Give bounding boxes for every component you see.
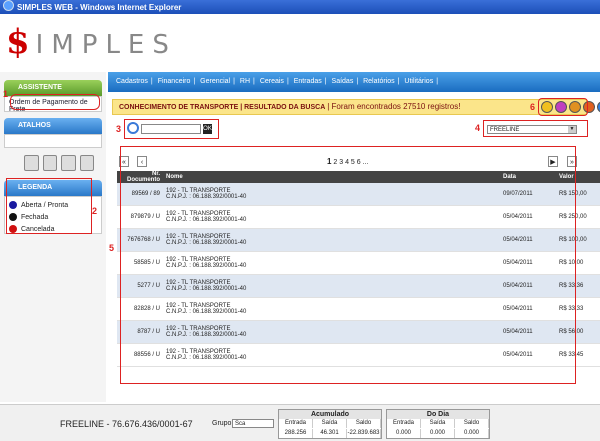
menu-utilitarios[interactable]: Utilitários xyxy=(404,78,433,85)
calculator-icon[interactable] xyxy=(24,155,39,171)
annotation-5: 5 xyxy=(109,243,115,253)
annotation-box-2 xyxy=(6,178,92,234)
menu-sep: | xyxy=(286,78,289,85)
logo-text: IMPLES xyxy=(35,30,177,60)
dia-col: Saldo xyxy=(455,419,489,428)
tool-icons xyxy=(24,155,94,173)
menu-gerencial[interactable]: Gerencial xyxy=(200,78,230,85)
annotation-3: 3 xyxy=(116,124,122,134)
grupo-select[interactable]: Sca xyxy=(232,419,274,428)
menu-cadastros[interactable]: Cadastros xyxy=(116,78,148,85)
atalhos-header[interactable]: ATALHOS xyxy=(4,118,102,134)
menu-sep: | xyxy=(253,78,255,85)
window-titlebar: SIMPLES WEB - Windows Internet Explorer xyxy=(0,0,600,14)
window-title: SIMPLES WEB - Windows Internet Explorer xyxy=(17,3,182,12)
annotation-box-5 xyxy=(120,146,576,384)
acumulado-box: Acumulado Entrada Saída Saldo 288.256 46.30… xyxy=(278,409,382,439)
acumulado-title: Acumulado xyxy=(279,410,381,419)
annotation-1: 1 xyxy=(3,89,9,99)
annotation-box-1 xyxy=(10,94,100,110)
calendar-icon[interactable] xyxy=(61,155,76,171)
annotation-box-4 xyxy=(483,120,588,137)
menu-sep: | xyxy=(356,78,359,85)
ie-icon xyxy=(3,0,14,11)
acum-val: 46.301 xyxy=(313,429,347,438)
dia-val: 0.000 xyxy=(421,429,455,438)
annotation-box-3 xyxy=(124,119,219,139)
menu-sep: | xyxy=(324,78,327,85)
dodia-box: Do Dia Entrada Saída Saldo 0.000 0.000 0.000 xyxy=(386,409,490,439)
acum-col: Saída xyxy=(313,419,347,428)
main-menu: Cadastros | Financeiro | Gerencial | RH | Ce… xyxy=(108,72,600,92)
acum-col: Saldo xyxy=(347,419,381,428)
dia-col: Saída xyxy=(421,419,455,428)
logo-dollar: $ xyxy=(6,22,36,62)
annotation-4: 4 xyxy=(475,123,481,133)
menu-sep: | xyxy=(193,78,196,85)
annotation-2: 2 xyxy=(92,206,98,216)
status-footer: FREELINE - 76.676.436/0001-67 Grupo: Sca… xyxy=(0,404,600,441)
annotation-box-6 xyxy=(538,98,588,116)
menu-sep: | xyxy=(233,78,235,85)
acum-val: -22.839.683 xyxy=(347,429,381,438)
dia-val: 0.000 xyxy=(455,429,489,438)
menu-sep: | xyxy=(397,78,400,85)
dia-val: 0.000 xyxy=(387,429,421,438)
info-path: CONHECIMENTO DE TRANSPORTE | RESULTADO D… xyxy=(119,104,326,111)
grupo-label: Grupo: xyxy=(212,420,234,427)
menu-cereais[interactable]: Cereais xyxy=(260,78,284,85)
menu-relatorios[interactable]: Relatórios xyxy=(363,78,395,85)
dodia-title: Do Dia xyxy=(387,410,489,419)
dia-col: Entrada xyxy=(387,419,421,428)
info-count: | Foram encontrados 27510 registros! xyxy=(327,102,461,111)
grupo-value: Sca xyxy=(235,421,246,427)
info-bar: CONHECIMENTO DE TRANSPORTE | RESULTADO D… xyxy=(112,99,587,115)
logo: $IMPLES xyxy=(6,22,177,62)
menu-saidas[interactable]: Saídas xyxy=(332,78,354,85)
atalhos-panel xyxy=(4,134,102,148)
acum-col: Entrada xyxy=(279,419,313,428)
menu-entradas[interactable]: Entradas xyxy=(294,78,322,85)
annotation-6: 6 xyxy=(530,102,536,112)
menu-sep: | xyxy=(150,78,153,85)
company-name: FREELINE - 76.676.436/0001-67 xyxy=(60,419,193,429)
acum-val: 288.256 xyxy=(279,429,313,438)
menu-financeiro[interactable]: Financeiro xyxy=(158,78,191,85)
user-icon[interactable] xyxy=(79,155,94,171)
magnifier-icon[interactable] xyxy=(42,155,57,171)
menu-rh[interactable]: RH xyxy=(240,78,250,85)
menu-sep: | xyxy=(436,78,439,85)
